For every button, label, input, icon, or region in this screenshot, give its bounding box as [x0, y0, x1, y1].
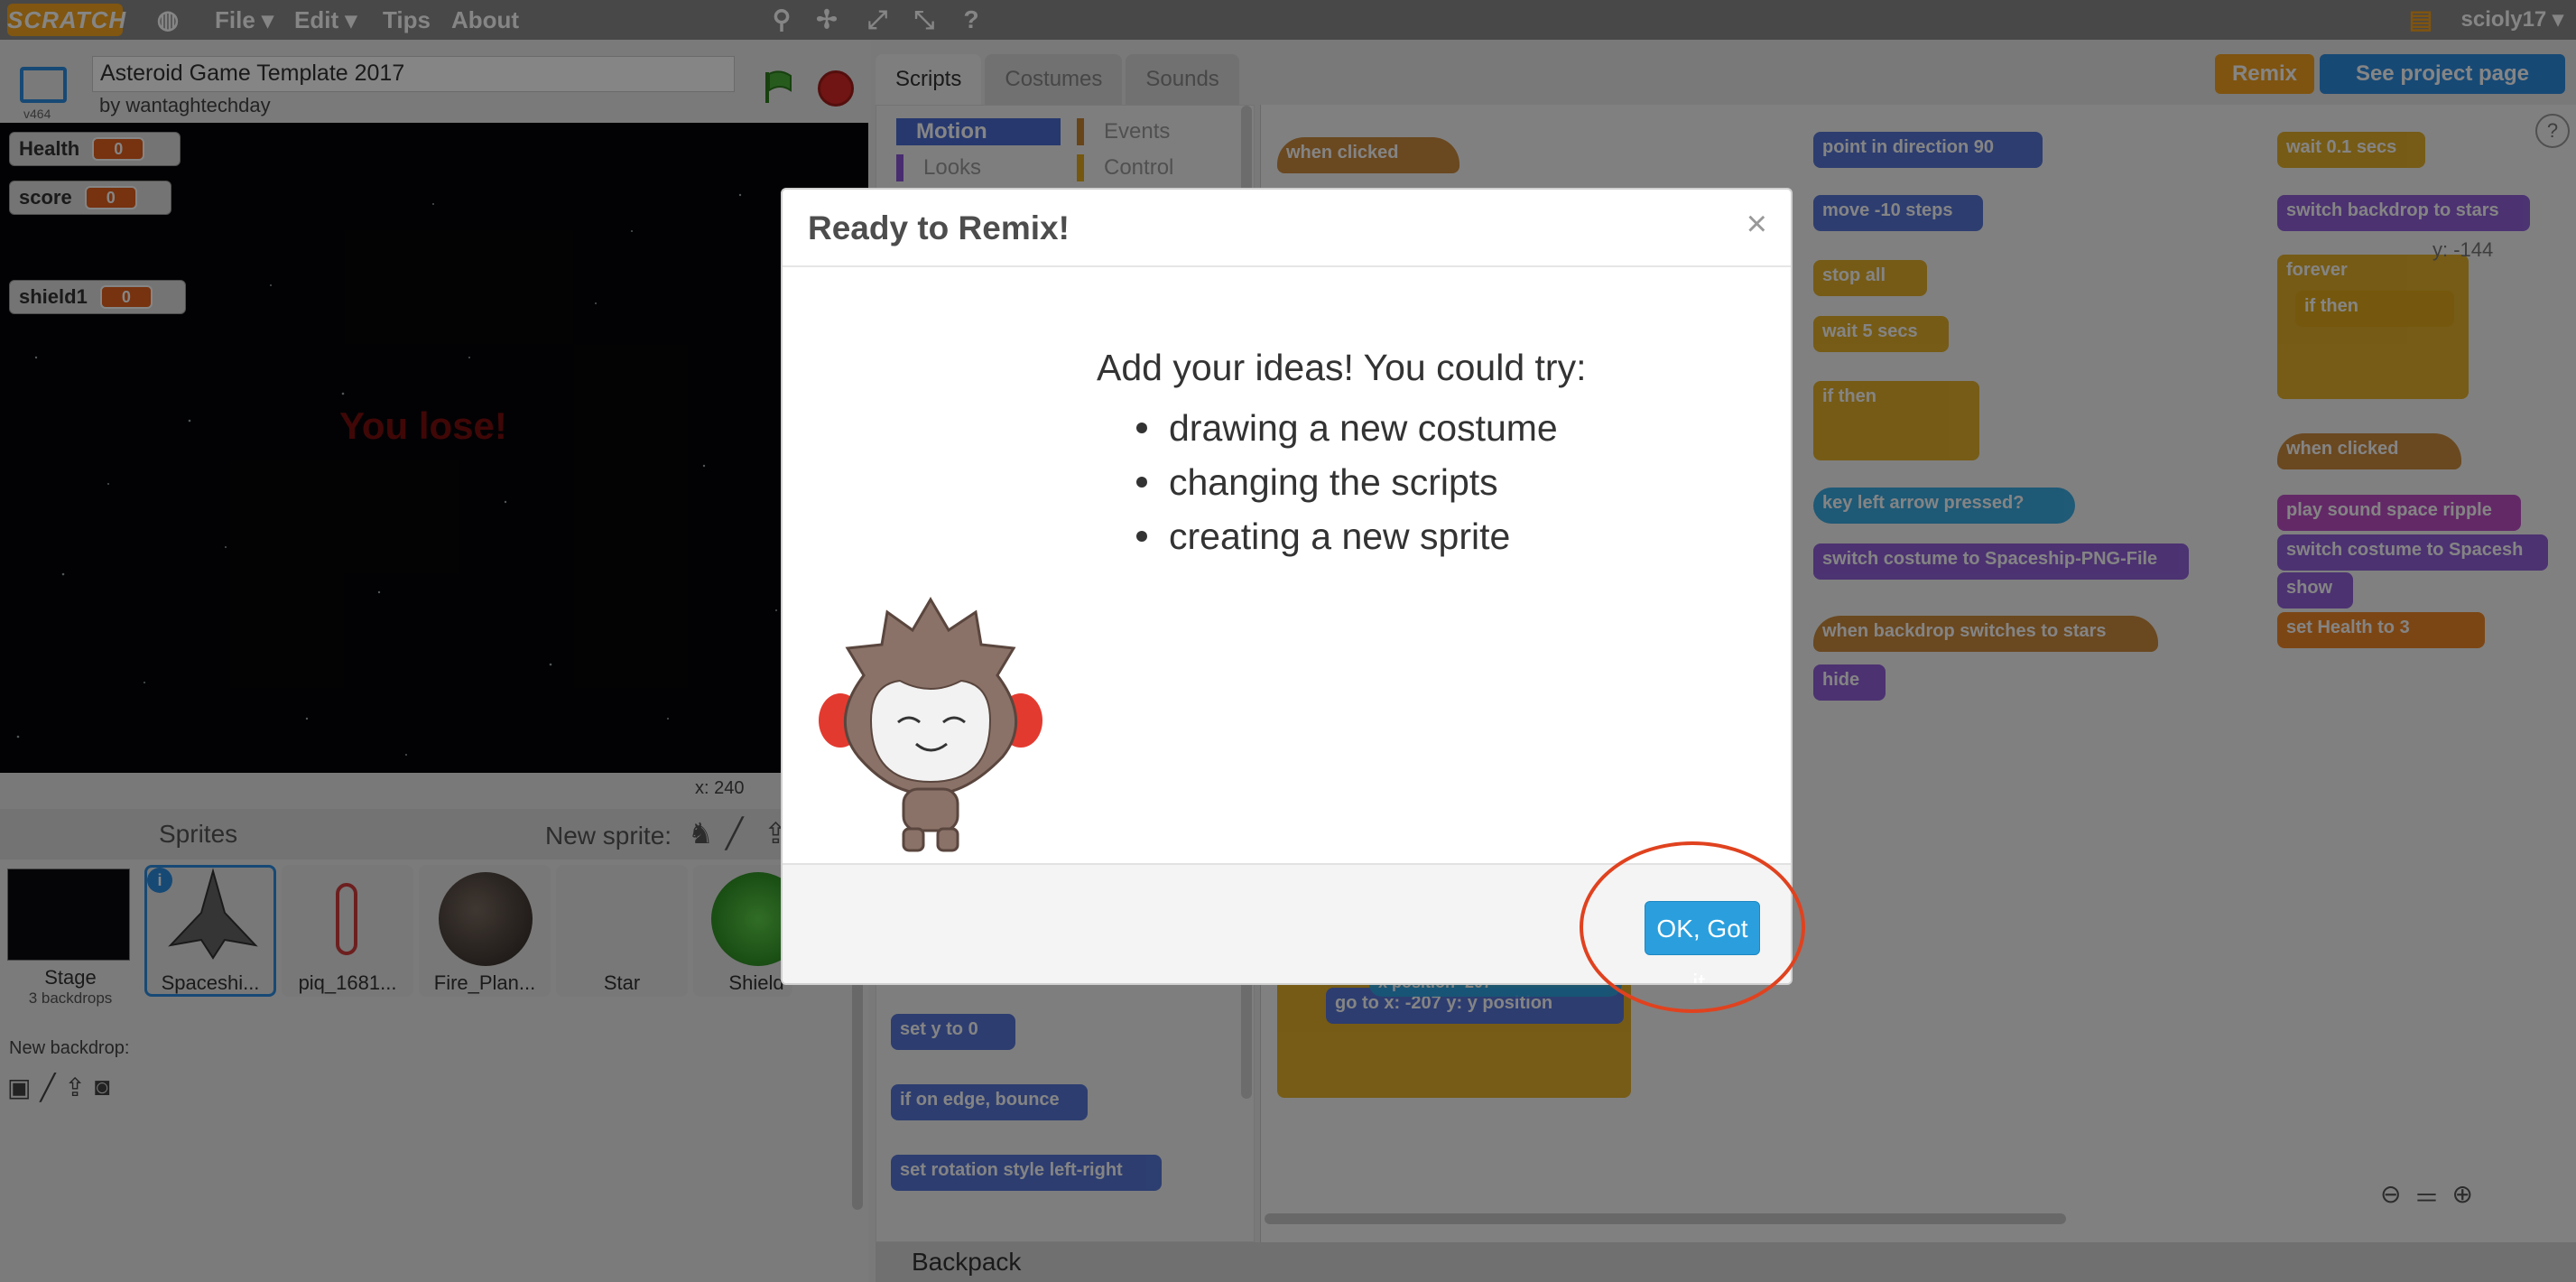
tips-list: drawing a new costume changing the scrip… [1136, 401, 1558, 563]
modal-body: Add your ideas! You could try: drawing a… [783, 267, 1791, 863]
modal-header: Ready to Remix! × [783, 190, 1791, 267]
close-icon[interactable]: × [1747, 204, 1767, 245]
highlight-circle [1580, 841, 1805, 1013]
modal-intro-text: Add your ideas! You could try: [1097, 347, 1587, 388]
mascot-illustration [819, 597, 1042, 852]
tip-item: drawing a new costume [1136, 401, 1558, 455]
tip-item: creating a new sprite [1136, 509, 1558, 563]
tip-item: changing the scripts [1136, 455, 1558, 509]
modal-title: Ready to Remix! [808, 209, 1070, 246]
